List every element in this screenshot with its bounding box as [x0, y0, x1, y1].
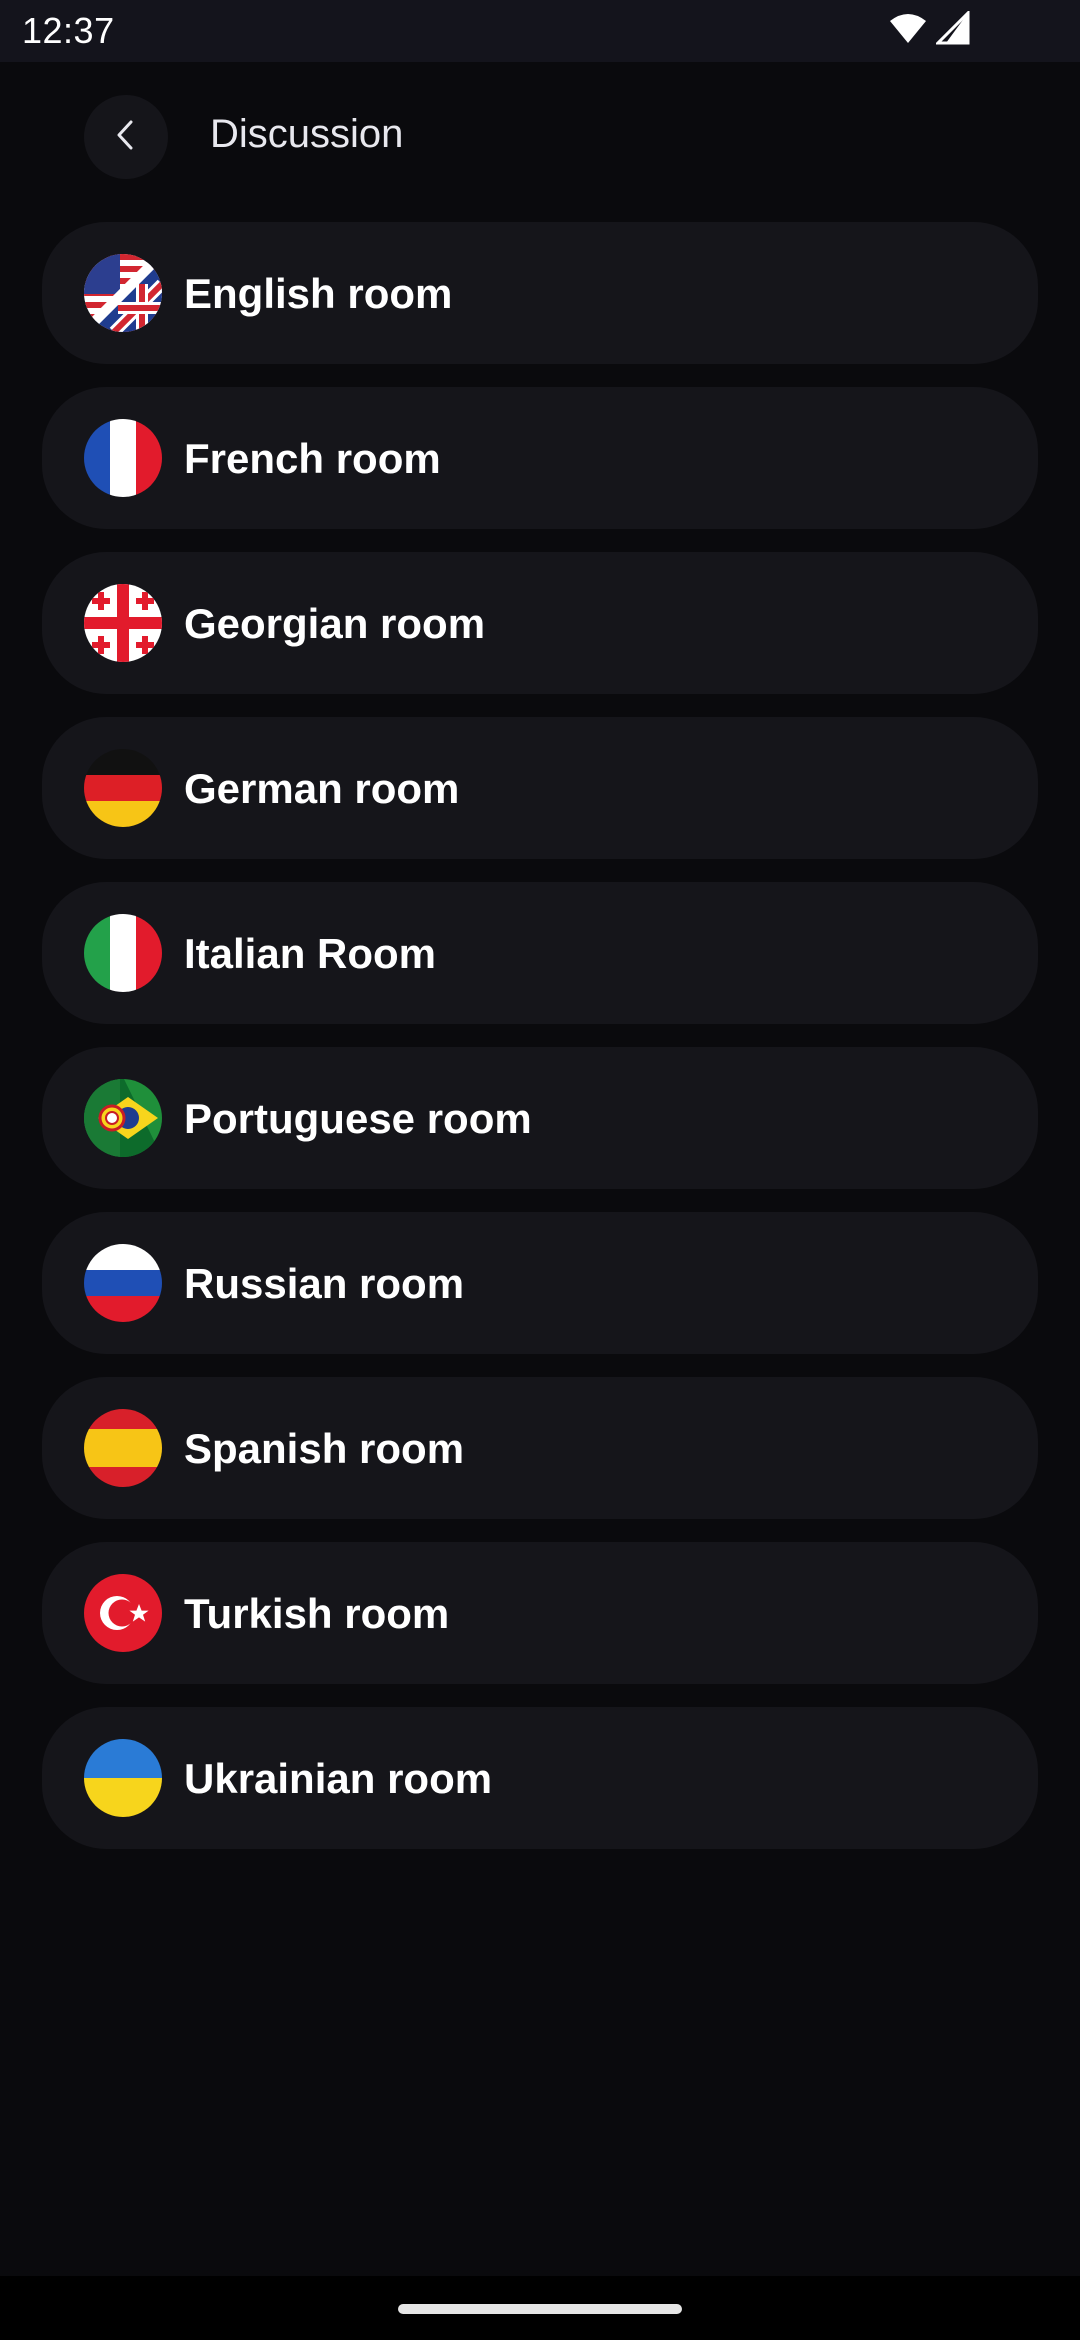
room-label: English room — [184, 270, 453, 317]
room-item-turkish[interactable]: Turkish room — [42, 1542, 1038, 1684]
georgia-flag-icon — [84, 584, 162, 662]
room-item-english[interactable]: English room — [42, 222, 1038, 364]
room-item-german[interactable]: German room — [42, 717, 1038, 859]
france-flag-icon — [84, 419, 162, 497]
room-item-portuguese[interactable]: Portuguese room — [42, 1047, 1038, 1189]
russia-flag-icon — [84, 1244, 162, 1322]
germany-flag-icon — [84, 749, 162, 827]
status-icons — [888, 8, 970, 50]
room-label: German room — [184, 765, 460, 812]
wifi-icon — [888, 11, 928, 50]
status-bar: 12:37 — [0, 0, 1080, 62]
back-button[interactable] — [84, 95, 168, 179]
room-item-russian[interactable]: Russian room — [42, 1212, 1038, 1354]
room-item-spanish[interactable]: Spanish room — [42, 1377, 1038, 1519]
room-item-italian[interactable]: Italian Room — [42, 882, 1038, 1024]
page-title: Discussion — [210, 112, 404, 156]
home-gesture-handle[interactable] — [398, 2304, 682, 2314]
room-item-georgian[interactable]: Georgian room — [42, 552, 1038, 694]
room-label: Portuguese room — [184, 1095, 532, 1142]
room-label: Turkish room — [184, 1590, 450, 1637]
portugal-brazil-flag-icon — [84, 1079, 162, 1157]
room-label: French room — [184, 435, 441, 482]
room-label: Georgian room — [184, 600, 486, 647]
signal-icon — [934, 8, 970, 50]
italy-flag-icon — [84, 914, 162, 992]
app-header: Discussion — [0, 62, 1080, 212]
status-time: 12:37 — [22, 10, 115, 51]
room-label: Russian room — [184, 1260, 465, 1307]
room-item-ukrainian[interactable]: Ukrainian room — [42, 1707, 1038, 1849]
us-uk-flag-icon — [84, 254, 162, 332]
ukraine-flag-icon — [84, 1739, 162, 1817]
room-list: English room French room Georgian room G… — [42, 222, 1038, 1872]
turkey-flag-icon — [84, 1574, 162, 1652]
room-label: Spanish room — [184, 1425, 465, 1472]
spain-flag-icon — [84, 1409, 162, 1487]
room-label: Ukrainian room — [184, 1755, 493, 1802]
system-nav-bar — [0, 2276, 1080, 2340]
room-label: Italian Room — [184, 930, 437, 977]
chevron-left-icon — [111, 118, 141, 157]
room-item-french[interactable]: French room — [42, 387, 1038, 529]
